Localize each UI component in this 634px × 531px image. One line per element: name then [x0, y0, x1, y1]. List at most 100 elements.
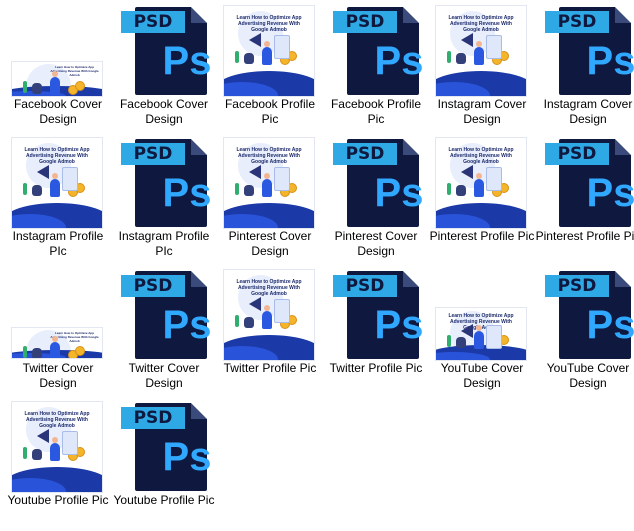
image-file-item[interactable]: Learn How to Optimize App Advertising Re… [5, 3, 111, 135]
artwork-person [261, 310, 272, 329]
psd-icon-fold [403, 139, 419, 155]
money-bag-icon [455, 184, 466, 196]
phone-icon [485, 34, 502, 59]
artwork-thumbnail: Learn How to Optimize App Advertising Re… [435, 307, 527, 361]
psd-file-item[interactable]: Ps PSD Twitter Cover Design [111, 267, 217, 399]
image-file-item[interactable]: Learn How to Optimize App Advertising Re… [217, 3, 323, 135]
psd-file-icon: Ps PSD [121, 271, 211, 359]
ps-logo-text: Ps [374, 39, 424, 83]
psd-icon-fold [191, 271, 207, 287]
artwork-thumbnail: Learn How to Optimize App Advertising Re… [435, 137, 527, 229]
artwork-thumbnail: Learn How to Optimize App Advertising Re… [11, 327, 103, 359]
psd-tab-label: PSD [121, 275, 185, 297]
psd-file-item[interactable]: Ps PSD Instagram Profile PIc [111, 135, 217, 267]
megaphone-icon [249, 165, 262, 179]
megaphone-icon [249, 297, 262, 311]
artwork-person-head [51, 172, 58, 179]
phone-icon [273, 34, 290, 59]
psd-file-item[interactable]: Ps PSD Twitter Profile Pic [323, 267, 429, 399]
money-bag-icon [31, 83, 42, 95]
file-name-label: Instagram Profile PIc [12, 229, 104, 258]
image-file-item[interactable]: Learn How to Optimize App Advertising Re… [5, 267, 111, 399]
money-bag-icon [31, 448, 42, 460]
artwork-person-head [263, 172, 270, 179]
image-file-item[interactable]: Learn How to Optimize App Advertising Re… [5, 135, 111, 267]
artwork-person-head [51, 436, 58, 443]
artwork-title: Learn How to Optimize App Advertising Re… [24, 411, 90, 429]
plant-icon [22, 81, 27, 94]
file-thumbnail: Learn How to Optimize App Advertising Re… [217, 267, 323, 361]
psd-file-icon: Ps PSD [545, 7, 634, 95]
ps-logo-text: Ps [374, 303, 424, 347]
file-name-label: Youtube Profile Pic [113, 493, 215, 507]
psd-file-item[interactable]: Ps PSD YouTube Cover Design [535, 267, 634, 399]
psd-file-icon: Ps PSD [333, 7, 423, 95]
phone-icon [61, 166, 78, 191]
psd-tab-label: PSD [545, 275, 609, 297]
artwork-thumbnail: Learn How to Optimize App Advertising Re… [223, 137, 315, 229]
image-file-item[interactable]: Learn How to Optimize App Advertising Re… [5, 399, 111, 531]
artwork-thumbnail: Learn How to Optimize App Advertising Re… [223, 5, 315, 97]
psd-tab-label: PSD [333, 275, 397, 297]
file-name-label: Twitter Cover Design [128, 361, 200, 390]
ps-logo-text: Ps [162, 303, 212, 347]
image-file-item[interactable]: Learn How to Optimize App Advertising Re… [429, 135, 535, 267]
file-name-label: Facebook Cover Design [119, 97, 209, 126]
psd-file-item[interactable]: Ps PSD Youtube Profile Pic [111, 399, 217, 531]
artwork-person-head [51, 335, 58, 342]
plant-icon [234, 182, 239, 195]
file-name-label: Twitter Profile Pic [329, 361, 423, 375]
megaphone-icon [461, 165, 474, 179]
file-thumbnail: Ps PSD [323, 135, 429, 229]
psd-icon-fold [615, 271, 631, 287]
megaphone-icon [461, 33, 474, 47]
psd-tab-label: PSD [121, 11, 185, 33]
file-name-label: YouTube Cover Design [546, 361, 630, 390]
artwork-person-head [475, 40, 482, 47]
file-name-label: Instagram Profile PIc [118, 229, 210, 258]
psd-file-item[interactable]: Ps PSD Facebook Profile Pic [323, 3, 429, 135]
file-name-label: Pinterest Profile Pic [535, 229, 634, 243]
file-thumbnail: Ps PSD [323, 267, 429, 361]
file-name-label: Facebook Cover Design [13, 97, 103, 126]
ps-logo-text: Ps [162, 171, 212, 215]
plant-icon [22, 345, 27, 358]
file-thumbnail: Ps PSD [111, 399, 217, 493]
file-name-label: Twitter Profile Pic [223, 361, 317, 375]
file-grid: Learn How to Optimize App Advertising Re… [0, 0, 634, 531]
ps-logo-text: Ps [162, 435, 212, 479]
plant-icon [234, 314, 239, 327]
plant-icon [234, 50, 239, 63]
money-bag-icon [455, 52, 466, 64]
money-bag-icon [243, 184, 254, 196]
phone-icon [485, 166, 502, 191]
artwork-thumbnail: Learn How to Optimize App Advertising Re… [11, 61, 103, 97]
image-file-item[interactable]: Learn How to Optimize App Advertising Re… [429, 267, 535, 399]
artwork-person [473, 178, 484, 197]
artwork-title: Learn How to Optimize App Advertising Re… [236, 147, 302, 165]
artwork-title: Learn How to Optimize App Advertising Re… [448, 147, 514, 165]
artwork-person [49, 341, 60, 358]
psd-file-icon: Ps PSD [121, 139, 211, 227]
psd-file-item[interactable]: Ps PSD Pinterest Cover Design [323, 135, 429, 267]
psd-tab-label: PSD [121, 143, 185, 165]
psd-file-item[interactable]: Ps PSD Pinterest Profile Pic [535, 135, 634, 267]
megaphone-icon [461, 323, 474, 338]
ps-logo-text: Ps [586, 303, 634, 347]
file-thumbnail: Learn How to Optimize App Advertising Re… [217, 3, 323, 97]
artwork-title: Learn How to Optimize App Advertising Re… [24, 147, 90, 165]
image-file-item[interactable]: Learn How to Optimize App Advertising Re… [217, 267, 323, 399]
image-file-item[interactable]: Learn How to Optimize App Advertising Re… [217, 135, 323, 267]
image-file-item[interactable]: Learn How to Optimize App Advertising Re… [429, 3, 535, 135]
artwork-title: Learn How to Optimize App Advertising Re… [236, 279, 302, 297]
psd-file-icon: Ps PSD [333, 139, 423, 227]
psd-file-item[interactable]: Ps PSD Instagram Cover Design [535, 3, 634, 135]
psd-tab-label: PSD [545, 11, 609, 33]
ps-logo-text: Ps [586, 171, 634, 215]
psd-file-icon: Ps PSD [121, 7, 211, 95]
psd-icon-fold [615, 139, 631, 155]
file-name-label: Pinterest Cover Design [228, 229, 312, 258]
file-thumbnail: Learn How to Optimize App Advertising Re… [5, 267, 111, 361]
artwork-title: Learn How to Optimize App Advertising Re… [448, 15, 514, 33]
psd-file-item[interactable]: Ps PSD Facebook Cover Design [111, 3, 217, 135]
